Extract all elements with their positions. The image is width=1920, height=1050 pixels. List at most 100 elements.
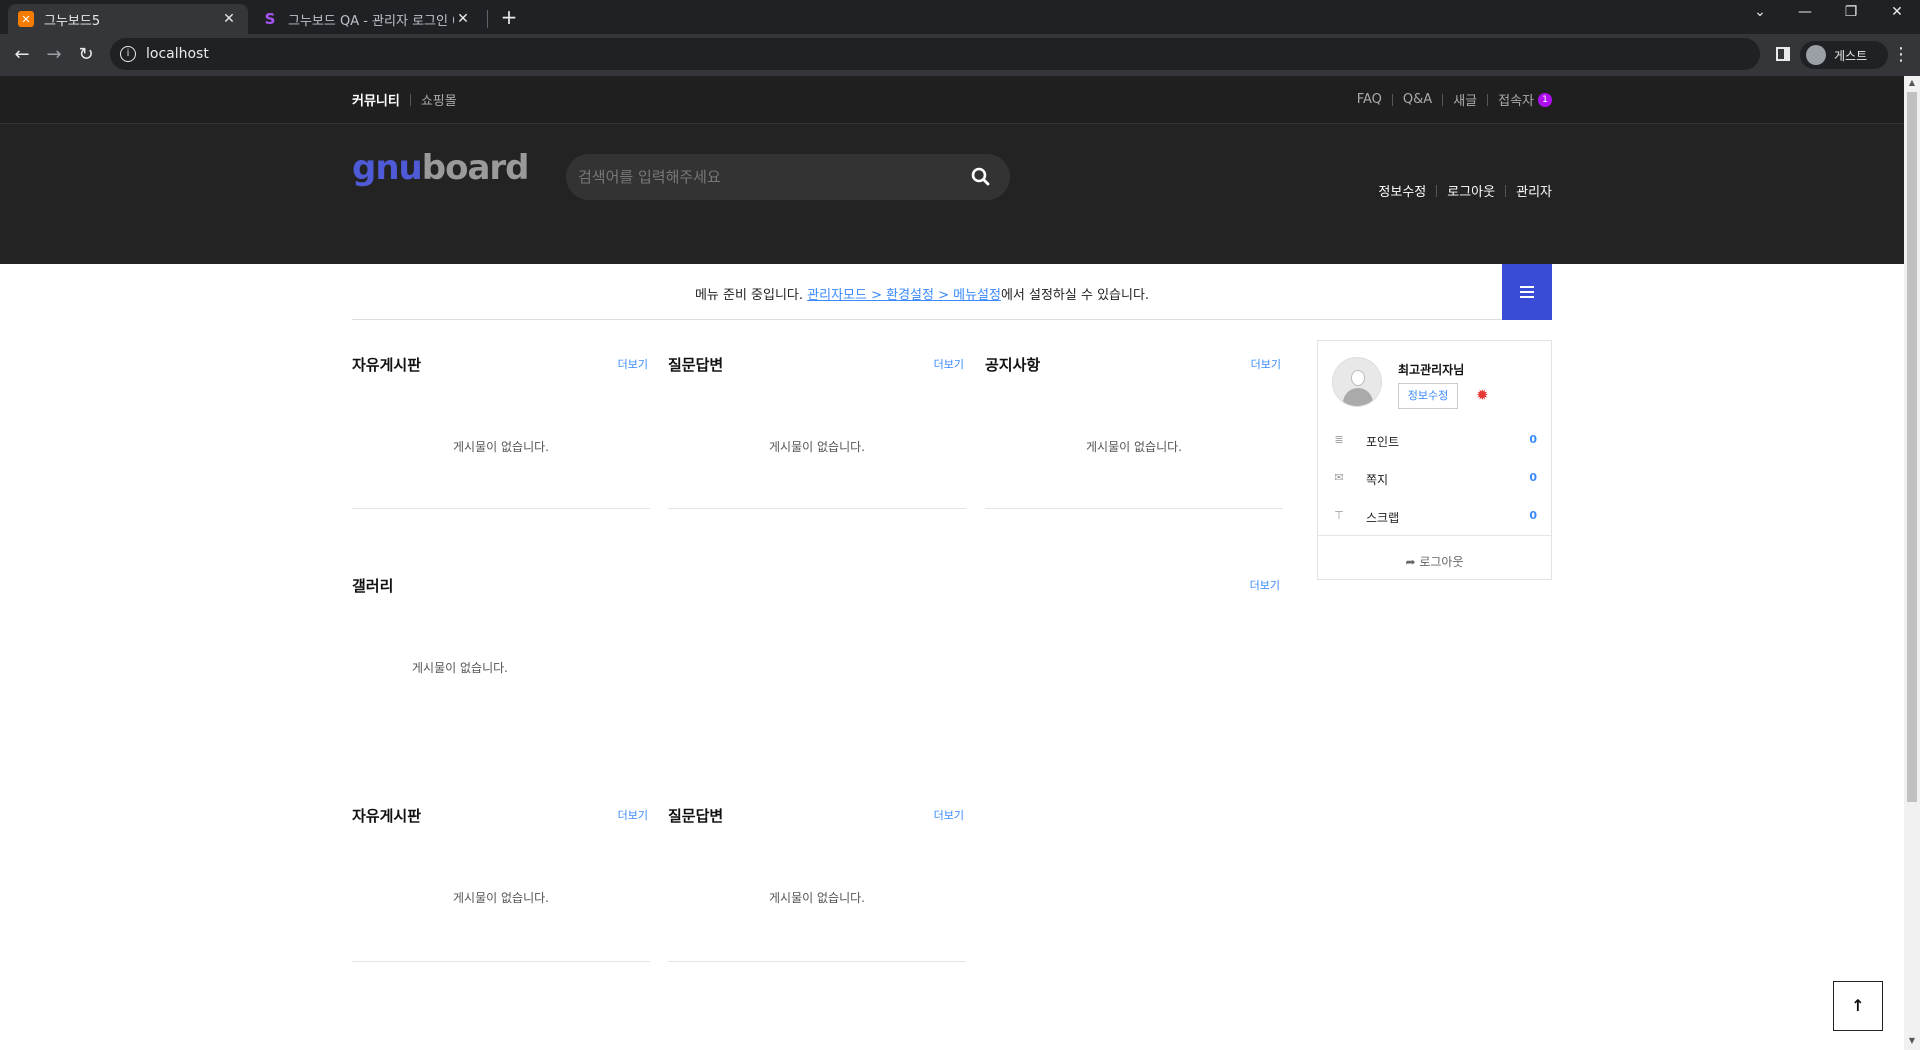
browser-tab-bar: ✕ 그누보드5 ✕ S 그누보드 QA - 관리자 로그인 0 ✕ + ⌄ — … (0, 0, 1920, 34)
menu-bar-line (1520, 291, 1534, 293)
side-panel-icon[interactable] (1776, 47, 1790, 61)
s-favicon-icon: S (264, 10, 276, 28)
memo-row[interactable]: ✉ 쪽지 0 (1332, 469, 1539, 489)
database-icon: ≣ (1334, 433, 1344, 446)
avatar (1332, 357, 1382, 407)
edit-profile-link[interactable]: 정보수정 (1378, 181, 1426, 200)
more-link[interactable]: 더보기 (618, 356, 648, 372)
menu-bar-line (1520, 296, 1534, 298)
scroll-down-arrow-icon[interactable]: ▼ (1904, 1036, 1920, 1045)
more-link[interactable]: 더보기 (1250, 577, 1280, 593)
more-link[interactable]: 더보기 (1251, 356, 1281, 372)
points-row[interactable]: ≣ 포인트 0 (1332, 431, 1539, 451)
tab-title: 그누보드5 (44, 13, 101, 29)
menu-notice-prefix: 메뉴 준비 중입니다. (694, 288, 808, 303)
board-free-2: 자유게시판 더보기 게시물이 없습니다. (352, 805, 650, 965)
visitors-link[interactable]: 접속자 (1498, 90, 1534, 109)
username: 최고관리자님 (1398, 363, 1465, 377)
page-viewport: 커뮤니티 쇼핑몰 FAQ Q&A 새글 접속자 1 gnuboard 정보수 (0, 76, 1904, 1050)
more-link[interactable]: 더보기 (618, 807, 648, 823)
forward-icon[interactable]: → (42, 43, 66, 67)
envelope-icon: ✉ (1334, 471, 1344, 484)
row-value: 0 (1529, 433, 1537, 446)
divider (1318, 535, 1551, 536)
profile-label: 게스트 (1834, 48, 1868, 63)
visitor-count-badge: 1 (1538, 92, 1552, 107)
menu-settings-link[interactable]: 관리자모드 > 환경설정 > 메뉴설정 (807, 288, 1001, 303)
admin-link[interactable]: 관리자 (1516, 181, 1552, 200)
board-title[interactable]: 질문답변 (668, 354, 723, 375)
more-link[interactable]: 더보기 (934, 807, 964, 823)
divider (1487, 93, 1489, 106)
board-bottom-line (352, 508, 650, 509)
empty-message: 게시물이 없습니다. (453, 440, 549, 454)
divider (1436, 184, 1438, 197)
board-title[interactable]: 갤러리 (352, 575, 393, 596)
gear-icon[interactable]: ✹ (1476, 387, 1492, 403)
close-tab-icon[interactable]: ✕ (454, 11, 472, 27)
edit-profile-button[interactable]: 정보수정 (1398, 383, 1458, 409)
menu-kebab-icon[interactable]: ⋮ (1892, 43, 1910, 67)
board-free: 자유게시판 더보기 게시물이 없습니다. (352, 354, 650, 510)
avatar-head (1351, 370, 1365, 386)
divider (1442, 93, 1444, 106)
board-title[interactable]: 질문답변 (668, 805, 723, 826)
faq-link[interactable]: FAQ (1357, 92, 1382, 107)
address-bar[interactable]: i localhost (110, 38, 1760, 70)
nav-shop-link[interactable]: 쇼핑몰 (421, 90, 457, 109)
restore-icon[interactable]: ❐ (1836, 4, 1866, 20)
qa-link[interactable]: Q&A (1403, 92, 1432, 107)
hamburger-menu-button[interactable] (1502, 264, 1552, 320)
minimize-icon[interactable]: — (1790, 4, 1820, 20)
reload-icon[interactable]: ↻ (74, 43, 98, 67)
avatar-body (1343, 388, 1373, 406)
close-window-icon[interactable]: ✕ (1882, 4, 1912, 20)
new-tab-button[interactable]: + (498, 6, 520, 28)
board-title[interactable]: 자유게시판 (352, 805, 421, 826)
divider (1505, 184, 1507, 197)
search-input[interactable] (578, 154, 958, 200)
board-title[interactable]: 공지사항 (985, 354, 1040, 375)
tab-search-icon[interactable]: ⌄ (1745, 4, 1775, 20)
row-value: 0 (1529, 509, 1537, 522)
member-login-box: 최고관리자님 정보수정 ✹ ≣ 포인트 0 ✉ 쪽지 0 ⊤ 스크랩 0 ➦ 로… (1317, 340, 1552, 580)
info-icon[interactable]: i (120, 46, 136, 62)
back-icon[interactable]: ← (10, 43, 34, 67)
empty-message: 게시물이 없습니다. (769, 440, 865, 454)
scrollbar-thumb[interactable] (1907, 92, 1917, 802)
close-tab-icon[interactable]: ✕ (220, 11, 238, 27)
logout-link[interactable]: 로그아웃 (1447, 181, 1495, 200)
xampp-favicon-icon: ✕ (18, 11, 34, 27)
tab-qa[interactable]: S 그누보드 QA - 관리자 로그인 0 ✕ (252, 4, 482, 34)
scroll-up-arrow-icon[interactable]: ▲ (1904, 78, 1920, 87)
board-title[interactable]: 자유게시판 (352, 354, 421, 375)
scrap-row[interactable]: ⊤ 스크랩 0 (1332, 507, 1539, 527)
nav-community-link[interactable]: 커뮤니티 (352, 90, 400, 109)
profile-button[interactable]: 게스트 (1800, 41, 1888, 69)
arrow-up-icon: ↑ (1851, 996, 1865, 1015)
row-label: 포인트 (1366, 435, 1400, 449)
page-scrollbar[interactable]: ▲ ▼ (1904, 76, 1920, 1050)
scroll-to-top-button[interactable]: ↑ (1833, 981, 1883, 1031)
main-menu-bar: 메뉴 준비 중입니다. 관리자모드 > 환경설정 > 메뉴설정에서 설정하실 수… (352, 264, 1552, 320)
divider (1391, 93, 1393, 106)
row-label: 쪽지 (1366, 473, 1389, 487)
profile-avatar-icon (1806, 45, 1826, 65)
search-icon[interactable] (970, 166, 992, 188)
board-notice: 공지사항 더보기 게시물이 없습니다. (985, 354, 1283, 510)
tab-divider (487, 10, 488, 28)
tab-gnuboard[interactable]: ✕ 그누보드5 ✕ (8, 4, 248, 34)
row-value: 0 (1529, 471, 1537, 484)
more-link[interactable]: 더보기 (934, 356, 964, 372)
url-text: localhost (146, 46, 209, 62)
divider (409, 93, 411, 106)
browser-toolbar: ← → ↻ i localhost 게스트 ⋮ (0, 34, 1920, 76)
empty-message: 게시물이 없습니다. (453, 891, 549, 905)
pin-icon: ⊤ (1334, 509, 1344, 522)
board-bottom-line (985, 508, 1283, 509)
site-logo[interactable]: gnuboard (352, 148, 529, 188)
logout-button[interactable]: ➦ 로그아웃 (1318, 553, 1551, 570)
new-posts-link[interactable]: 새글 (1453, 90, 1477, 109)
menu-notice-suffix: 에서 설정하실 수 있습니다. (1000, 288, 1150, 303)
logo-part-board: board (421, 148, 530, 188)
